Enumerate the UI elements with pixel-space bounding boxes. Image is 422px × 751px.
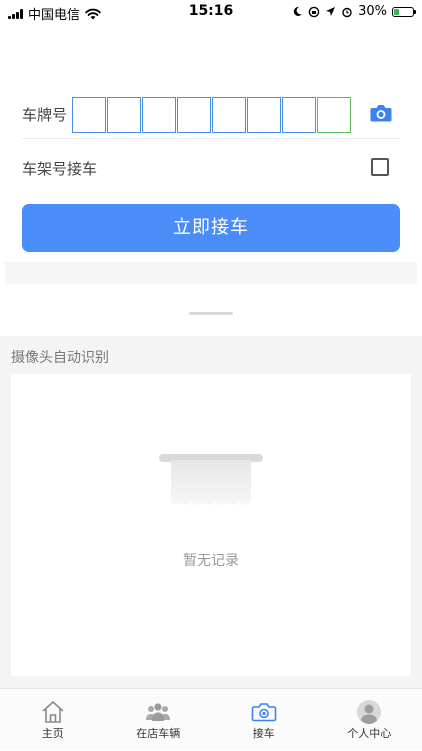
- divider: [22, 138, 400, 139]
- battery-percent: 30%: [358, 4, 387, 19]
- receive-car-button[interactable]: 立即接车: [22, 204, 400, 252]
- plate-char-box[interactable]: [282, 97, 316, 133]
- alarm-icon: [341, 6, 353, 18]
- section-separator: [5, 262, 417, 284]
- battery-icon: [392, 7, 414, 17]
- moon-icon: [292, 6, 303, 17]
- vin-receive-checkbox[interactable]: [371, 158, 389, 176]
- plate-char-box[interactable]: [247, 97, 281, 133]
- plate-char-box[interactable]: [107, 97, 141, 133]
- plate-char-box[interactable]: [142, 97, 176, 133]
- plate-char-box-new-energy[interactable]: [317, 97, 351, 133]
- plate-number-input: [72, 97, 352, 133]
- plate-number-row: 车牌号: [0, 94, 422, 136]
- empty-state-text: 暂无记录: [11, 550, 411, 570]
- user-icon: [356, 699, 382, 725]
- scan-plate-camera-icon[interactable]: [370, 103, 392, 123]
- tab-cars-in-shop[interactable]: 在店车辆: [106, 689, 212, 751]
- status-right: 30%: [292, 4, 414, 19]
- drag-handle[interactable]: [189, 312, 233, 315]
- people-icon: [145, 699, 171, 725]
- plate-char-box[interactable]: [177, 97, 211, 133]
- rotation-lock-icon: [308, 6, 320, 18]
- home-icon: [40, 699, 66, 725]
- vin-receive-row[interactable]: 车架号接车: [0, 152, 422, 182]
- bottom-tab-bar: 主页 在店车辆 接车 个人中心: [0, 688, 422, 750]
- tab-profile[interactable]: 个人中心: [317, 689, 422, 751]
- tab-profile-label: 个人中心: [317, 725, 422, 741]
- plate-char-box[interactable]: [212, 97, 246, 133]
- vin-receive-label: 车架号接车: [22, 158, 97, 179]
- camera-recognition-title: 摄像头自动识别: [11, 347, 109, 367]
- empty-receipt-icon: [159, 454, 263, 512]
- tab-receive-car-label: 接车: [211, 725, 317, 741]
- camera-recognition-panel: 摄像头自动识别 暂无记录: [0, 336, 422, 688]
- tab-home-label: 主页: [0, 725, 106, 741]
- location-icon: [325, 6, 336, 17]
- tab-cars-in-shop-label: 在店车辆: [106, 725, 212, 741]
- status-bar: 中国电信 15:16 30%: [0, 0, 422, 24]
- plate-char-box[interactable]: [72, 97, 106, 133]
- tab-home[interactable]: 主页: [0, 689, 106, 751]
- camera-icon: [251, 699, 277, 725]
- tab-receive-car[interactable]: 接车: [211, 689, 317, 751]
- recognition-list: 暂无记录: [11, 374, 411, 676]
- plate-number-label: 车牌号: [22, 104, 67, 125]
